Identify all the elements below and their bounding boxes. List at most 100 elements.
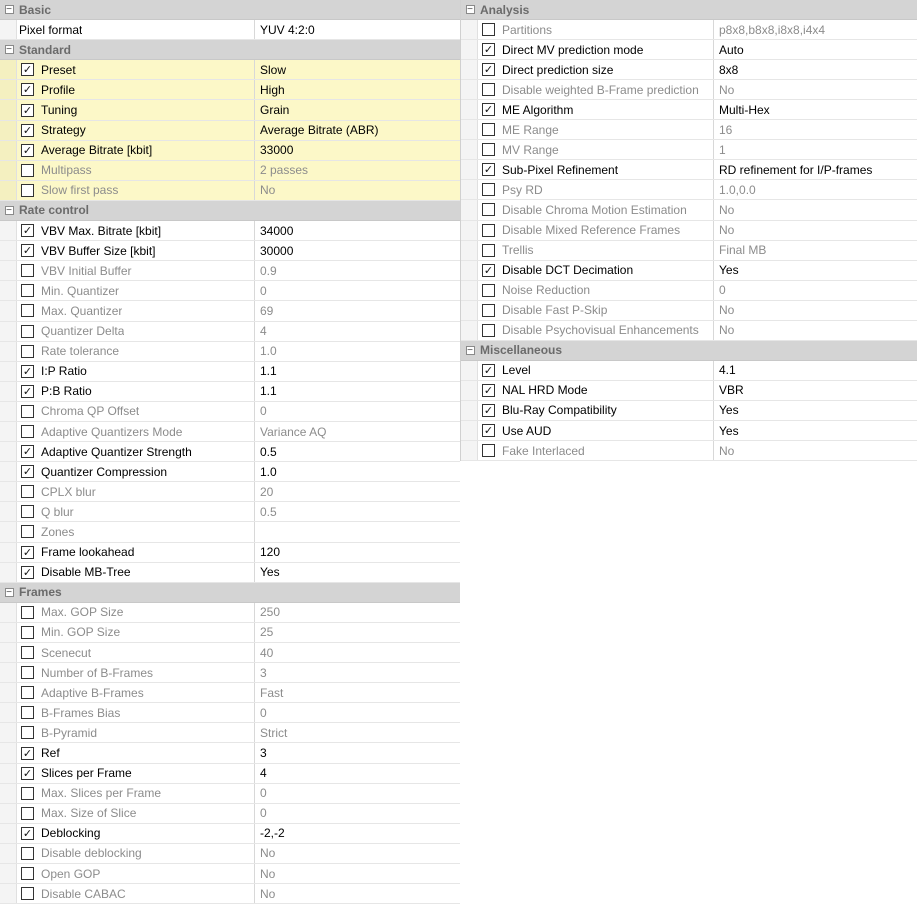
- unchecked-checkbox[interactable]: [21, 344, 34, 358]
- collapse-toggle-icon[interactable]: −: [464, 4, 476, 16]
- property-value[interactable]: 4: [255, 322, 460, 341]
- property-value[interactable]: 0: [714, 281, 917, 300]
- property-value[interactable]: Strict: [255, 723, 460, 742]
- property-row-me-range[interactable]: ME Range 16: [461, 120, 917, 141]
- property-value[interactable]: 1.1: [255, 362, 460, 381]
- property-row-strategy[interactable]: ✓ Strategy Average Bitrate (ABR): [0, 120, 460, 141]
- category-header-basic[interactable]: − Basic: [0, 0, 460, 21]
- property-value[interactable]: No: [255, 864, 460, 883]
- checked-checkbox[interactable]: ✓: [482, 263, 495, 277]
- property-row-pixel-format[interactable]: Pixel format YUV 4:2:0: [0, 20, 460, 41]
- checked-checkbox[interactable]: ✓: [21, 565, 34, 579]
- unchecked-checkbox[interactable]: [482, 123, 495, 137]
- property-value[interactable]: Auto: [714, 40, 917, 59]
- unchecked-checkbox[interactable]: [21, 887, 34, 901]
- property-value[interactable]: No: [255, 181, 460, 200]
- property-value[interactable]: Yes: [714, 421, 917, 440]
- property-value[interactable]: No: [714, 321, 917, 340]
- unchecked-checkbox[interactable]: [482, 444, 495, 458]
- category-header-analysis[interactable]: − Analysis: [461, 0, 917, 21]
- property-value[interactable]: No: [255, 884, 460, 903]
- checked-checkbox[interactable]: ✓: [21, 445, 34, 459]
- unchecked-checkbox[interactable]: [21, 304, 34, 318]
- property-row-slices-per-frame[interactable]: ✓ Slices per Frame 4: [0, 763, 460, 784]
- property-row-i-p-ratio[interactable]: ✓ I:P Ratio 1.1: [0, 361, 460, 382]
- property-row-partitions[interactable]: Partitions p8x8,b8x8,i8x8,i4x4: [461, 20, 917, 41]
- property-value[interactable]: 33000: [255, 141, 460, 160]
- property-value[interactable]: 0: [255, 281, 460, 300]
- unchecked-checkbox[interactable]: [21, 605, 34, 619]
- property-value[interactable]: 34000: [255, 221, 460, 240]
- unchecked-checkbox[interactable]: [21, 625, 34, 639]
- checked-checkbox[interactable]: ✓: [482, 43, 495, 57]
- property-row-disable-psychovisual-enhancements[interactable]: Disable Psychovisual Enhancements No: [461, 320, 917, 341]
- property-value[interactable]: Final MB: [714, 241, 917, 260]
- unchecked-checkbox[interactable]: [482, 203, 495, 217]
- property-row-disable-cabac[interactable]: Disable CABAC No: [0, 884, 460, 905]
- checked-checkbox[interactable]: ✓: [21, 143, 34, 157]
- unchecked-checkbox[interactable]: [482, 143, 495, 157]
- property-value[interactable]: 0: [255, 804, 460, 823]
- property-value[interactable]: 8x8: [714, 60, 917, 79]
- property-value[interactable]: 1.0: [255, 462, 460, 481]
- collapse-toggle-icon[interactable]: −: [3, 44, 15, 56]
- checked-checkbox[interactable]: ✓: [21, 545, 34, 559]
- property-value[interactable]: Grain: [255, 100, 460, 119]
- property-row-preset[interactable]: ✓ Preset Slow: [0, 60, 460, 81]
- property-row-nal-hrd-mode[interactable]: ✓ NAL HRD Mode VBR: [461, 380, 917, 401]
- property-row-scenecut[interactable]: Scenecut 40: [0, 643, 460, 664]
- property-row-min-gop-size[interactable]: Min. GOP Size 25: [0, 622, 460, 643]
- property-row-vbv-buffer-size-kbit[interactable]: ✓ VBV Buffer Size [kbit] 30000: [0, 241, 460, 262]
- property-value[interactable]: 0.5: [255, 442, 460, 461]
- property-value[interactable]: VBR: [714, 381, 917, 400]
- unchecked-checkbox[interactable]: [21, 846, 34, 860]
- unchecked-checkbox[interactable]: [21, 867, 34, 881]
- property-row-zones[interactable]: Zones: [0, 522, 460, 543]
- property-row-trellis[interactable]: Trellis Final MB: [461, 240, 917, 261]
- collapse-toggle-icon[interactable]: −: [3, 4, 15, 16]
- property-value[interactable]: 1.1: [255, 382, 460, 401]
- property-row-level[interactable]: ✓ Level 4.1: [461, 360, 917, 381]
- category-header-miscellaneous[interactable]: − Miscellaneous: [461, 340, 917, 361]
- checked-checkbox[interactable]: ✓: [21, 766, 34, 780]
- property-value[interactable]: No: [255, 844, 460, 863]
- property-row-direct-prediction-size[interactable]: ✓ Direct prediction size 8x8: [461, 60, 917, 81]
- checked-checkbox[interactable]: ✓: [21, 826, 34, 840]
- unchecked-checkbox[interactable]: [482, 23, 495, 37]
- unchecked-checkbox[interactable]: [482, 243, 495, 257]
- unchecked-checkbox[interactable]: [21, 264, 34, 278]
- unchecked-checkbox[interactable]: [21, 485, 34, 499]
- property-row-noise-reduction[interactable]: Noise Reduction 0: [461, 280, 917, 301]
- property-row-adaptive-b-frames[interactable]: Adaptive B-Frames Fast: [0, 683, 460, 704]
- checked-checkbox[interactable]: ✓: [21, 224, 34, 238]
- property-value[interactable]: Yes: [714, 401, 917, 420]
- property-value[interactable]: 40: [255, 643, 460, 662]
- checked-checkbox[interactable]: ✓: [482, 383, 495, 397]
- property-row-disable-weighted-b-frame-prediction[interactable]: Disable weighted B-Frame prediction No: [461, 80, 917, 101]
- property-row-chroma-qp-offset[interactable]: Chroma QP Offset 0: [0, 401, 460, 422]
- property-value[interactable]: 25: [255, 623, 460, 642]
- checked-checkbox[interactable]: ✓: [482, 424, 495, 437]
- checked-checkbox[interactable]: ✓: [21, 364, 34, 378]
- property-row-open-gop[interactable]: Open GOP No: [0, 864, 460, 885]
- property-value[interactable]: 0: [255, 703, 460, 722]
- property-value[interactable]: 1.0: [255, 342, 460, 361]
- property-value[interactable]: 4: [255, 764, 460, 783]
- property-value[interactable]: Fast: [255, 683, 460, 702]
- property-value[interactable]: 30000: [255, 241, 460, 260]
- property-value[interactable]: 20: [255, 482, 460, 501]
- property-value[interactable]: 120: [255, 543, 460, 562]
- property-value[interactable]: 4.1: [714, 361, 917, 380]
- property-value[interactable]: 0.9: [255, 261, 460, 280]
- property-row-tuning[interactable]: ✓ Tuning Grain: [0, 100, 460, 121]
- checked-checkbox[interactable]: ✓: [21, 123, 34, 137]
- unchecked-checkbox[interactable]: [21, 726, 34, 740]
- property-row-me-algorithm[interactable]: ✓ ME Algorithm Multi-Hex: [461, 100, 917, 121]
- property-value[interactable]: No: [714, 301, 917, 320]
- property-value[interactable]: 250: [255, 603, 460, 622]
- property-row-adaptive-quantizer-strength[interactable]: ✓ Adaptive Quantizer Strength 0.5: [0, 442, 460, 463]
- unchecked-checkbox[interactable]: [21, 786, 34, 800]
- unchecked-checkbox[interactable]: [21, 646, 34, 660]
- checked-checkbox[interactable]: ✓: [21, 83, 34, 97]
- unchecked-checkbox[interactable]: [21, 806, 34, 820]
